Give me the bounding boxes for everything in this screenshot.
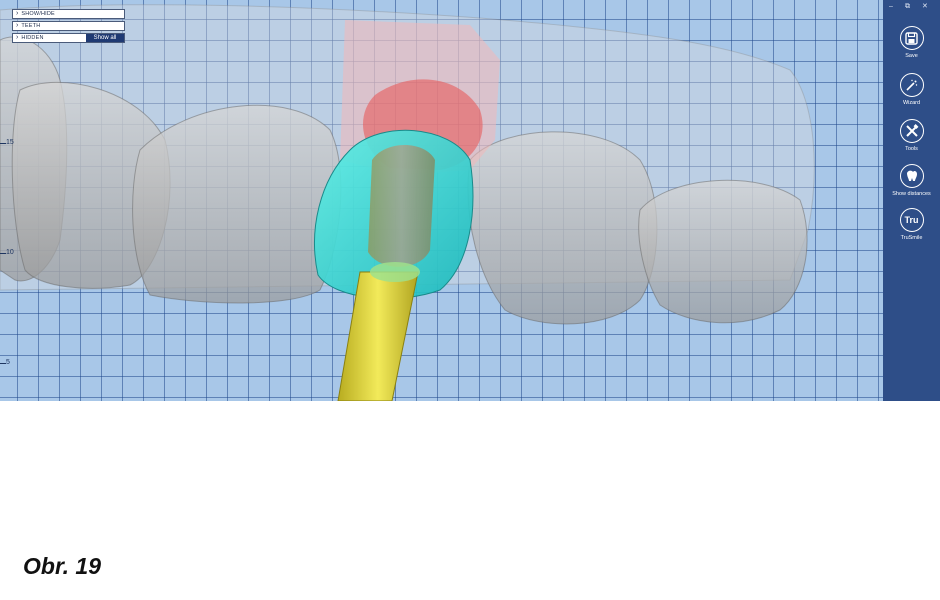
tooth-right-2 — [638, 179, 808, 324]
chevron-right-icon: › — [16, 10, 19, 17]
show-distances-button[interactable]: Show distances — [883, 164, 940, 197]
trusmile-button[interactable]: Tru TruSmile — [883, 208, 940, 241]
abutment-post — [368, 145, 435, 267]
trusmile-icon: Tru — [899, 208, 924, 232]
show-distances-label: Show distances — [892, 191, 931, 197]
ruler-label-5: 5 — [6, 359, 10, 366]
tooth-distance-icon — [899, 164, 924, 188]
figure-caption: Obr. 19 — [23, 553, 101, 579]
restore-button[interactable]: ⧉ — [905, 3, 910, 11]
chevron-right-icon: › — [16, 22, 19, 29]
hidden-label: HIDDEN — [21, 35, 44, 41]
tools-button[interactable]: Tools — [883, 119, 940, 152]
save-label: Save — [905, 53, 918, 59]
wizard-button[interactable]: Wizard — [883, 73, 940, 106]
minimize-button[interactable]: – — [889, 3, 893, 11]
tools-label: Tools — [905, 146, 918, 152]
tooth-premolar — [132, 104, 342, 304]
visibility-panel: › SHOW/HIDE › TEETH › HIDDEN Show all — [12, 9, 125, 45]
teeth-row[interactable]: › TEETH — [12, 21, 125, 31]
show-hide-label: SHOW/HIDE — [21, 11, 55, 17]
save-icon — [899, 26, 924, 50]
chevron-right-icon: › — [16, 34, 19, 41]
save-button[interactable]: Save — [883, 26, 940, 59]
ruler-label-15: 15 — [6, 139, 14, 146]
teeth-label: TEETH — [21, 23, 41, 29]
show-hide-row[interactable]: › SHOW/HIDE — [12, 9, 125, 19]
close-button[interactable]: ✕ — [922, 3, 928, 11]
dental-cad-window: 15 10 5 › SHOW/HIDE › TEETH › HIDDEN Sho… — [0, 0, 940, 401]
magic-wand-icon — [899, 73, 924, 97]
wizard-label: Wizard — [902, 100, 921, 106]
tooth-right-1 — [467, 131, 658, 325]
screw-head — [370, 262, 420, 282]
show-all-button[interactable]: Show all — [86, 34, 124, 42]
trusmile-label: TruSmile — [900, 235, 923, 241]
tools-icon — [899, 119, 924, 143]
ruler-label-10: 10 — [6, 249, 14, 256]
hidden-row[interactable]: › HIDDEN Show all — [12, 33, 125, 43]
trusmile-icon-text: Tru — [904, 215, 919, 225]
dental-model-scene — [0, 4, 815, 401]
3d-viewport[interactable]: 15 10 5 › SHOW/HIDE › TEETH › HIDDEN Sho… — [0, 0, 883, 401]
right-toolbar: – ⧉ ✕ Save Wizard Tools Show distances T… — [883, 0, 940, 401]
